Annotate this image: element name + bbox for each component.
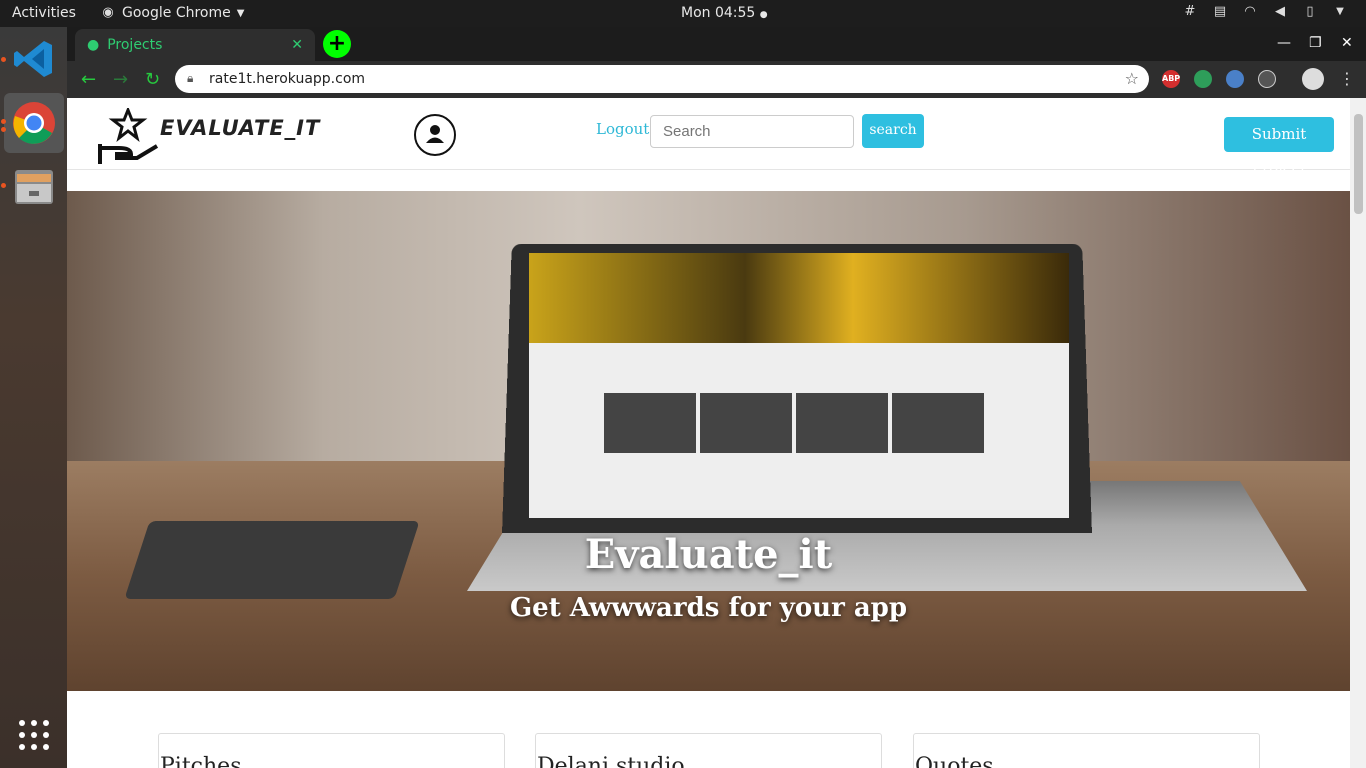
scrollbar-thumb[interactable]	[1354, 114, 1363, 214]
hero-banner: Evaluate_it Get Awwwards for your app	[67, 191, 1350, 691]
extension-icon[interactable]	[1258, 70, 1276, 88]
close-window-icon[interactable]: ✕	[1341, 35, 1353, 51]
app-menu[interactable]: ◉ Google Chrome ▼	[100, 5, 244, 21]
user-profile-button[interactable]	[414, 114, 456, 156]
logout-link[interactable]: Logout	[596, 120, 649, 138]
shield-icon[interactable]	[1194, 70, 1212, 88]
forward-arrow-icon[interactable]: →	[113, 69, 128, 90]
dock-item-files[interactable]	[4, 157, 64, 217]
vscode-icon	[14, 41, 52, 77]
profile-avatar-icon[interactable]	[1302, 68, 1324, 90]
chevron-down-icon[interactable]: ▼	[1332, 4, 1348, 20]
grid-icon	[19, 720, 49, 750]
dock-item-vscode[interactable]	[4, 29, 64, 89]
battery-icon[interactable]: ▯	[1302, 4, 1318, 20]
card-title: Delani studio	[537, 754, 685, 768]
volume-icon[interactable]: ◀	[1272, 4, 1288, 20]
project-card[interactable]: Pitches	[158, 733, 505, 768]
reload-icon[interactable]: ↻	[145, 69, 160, 90]
menu-kebab-icon[interactable]: ⋮	[1339, 69, 1355, 88]
system-tray[interactable]: # ▤ ◠ ◀ ▯ ▼	[1182, 4, 1348, 20]
wifi-icon[interactable]: ◠	[1242, 4, 1258, 20]
activities-button[interactable]: Activities	[12, 5, 76, 21]
dock-item-chrome[interactable]	[4, 93, 64, 153]
web-page: EVALUATE_IT Logout search Submit Project…	[67, 98, 1366, 768]
lock-icon: 🔒︎	[187, 71, 194, 85]
minimize-icon[interactable]: —	[1277, 35, 1291, 51]
hero-laptop-screen	[529, 253, 1069, 518]
running-indicator	[1, 119, 6, 124]
hero-subtitle: Get Awwwards for your app	[509, 593, 908, 623]
new-tab-button[interactable]: +	[323, 30, 351, 58]
star-hand-logo-icon[interactable]	[97, 108, 159, 166]
site-brand[interactable]: EVALUATE_IT	[160, 116, 320, 140]
bookmark-star-icon[interactable]: ☆	[1125, 69, 1139, 88]
hero-title: Evaluate_it	[584, 531, 833, 578]
tab-projects[interactable]: ● Projects ✕	[75, 29, 315, 61]
site-navbar: EVALUATE_IT Logout search Submit Project	[67, 98, 1350, 177]
page-scrollbar[interactable]	[1350, 98, 1366, 768]
running-indicator	[1, 57, 6, 62]
card-title: Pitches	[160, 754, 242, 768]
address-bar[interactable]: 🔒︎ rate1t.herokuapp.com ☆	[175, 65, 1149, 93]
tab-title: Projects	[107, 37, 163, 53]
running-indicator	[1, 183, 6, 188]
notification-dot-icon: ●	[759, 10, 768, 20]
url-text: rate1t.herokuapp.com	[209, 71, 366, 87]
screen-thumbnails	[604, 393, 984, 453]
notes-icon[interactable]: ▤	[1212, 4, 1228, 20]
globe-icon: ●	[87, 37, 100, 53]
submit-project-button[interactable]: Submit Project	[1224, 117, 1334, 177]
extension-icon[interactable]	[1226, 70, 1244, 88]
clock[interactable]: Mon 04:55 ●	[681, 5, 768, 21]
dock	[0, 27, 67, 768]
project-card[interactable]: Quotes	[913, 733, 1260, 768]
close-icon[interactable]: ✕	[291, 37, 303, 53]
project-card[interactable]: Delani studio	[535, 733, 882, 768]
screen-banner	[529, 253, 1069, 343]
search-input[interactable]	[650, 115, 854, 148]
card-title: Quotes	[915, 754, 994, 768]
user-icon	[426, 125, 444, 143]
app-menu-label: Google Chrome	[122, 5, 231, 21]
running-indicator	[1, 127, 6, 132]
show-applications-button[interactable]	[4, 705, 64, 765]
chrome-icon: ◉	[102, 5, 114, 20]
tab-strip: ● Projects ✕ + — ❐ ✕	[67, 27, 1366, 61]
system-top-bar: Activities ◉ Google Chrome ▼ Mon 04:55 ●…	[0, 0, 1366, 27]
chevron-down-icon: ▼	[236, 7, 245, 19]
clock-label: Mon 04:55	[681, 5, 756, 21]
maximize-icon[interactable]: ❐	[1309, 35, 1322, 51]
back-arrow-icon[interactable]: ←	[81, 69, 96, 90]
adblock-icon[interactable]: ABP	[1162, 70, 1180, 88]
file-cabinet-icon	[15, 170, 53, 204]
slack-icon[interactable]: #	[1182, 4, 1198, 20]
browser-toolbar: ← → ↻ 🔒︎ rate1t.herokuapp.com ☆ ABP ⋮	[67, 61, 1366, 98]
chrome-icon	[13, 102, 55, 144]
search-button[interactable]: search	[862, 114, 924, 148]
